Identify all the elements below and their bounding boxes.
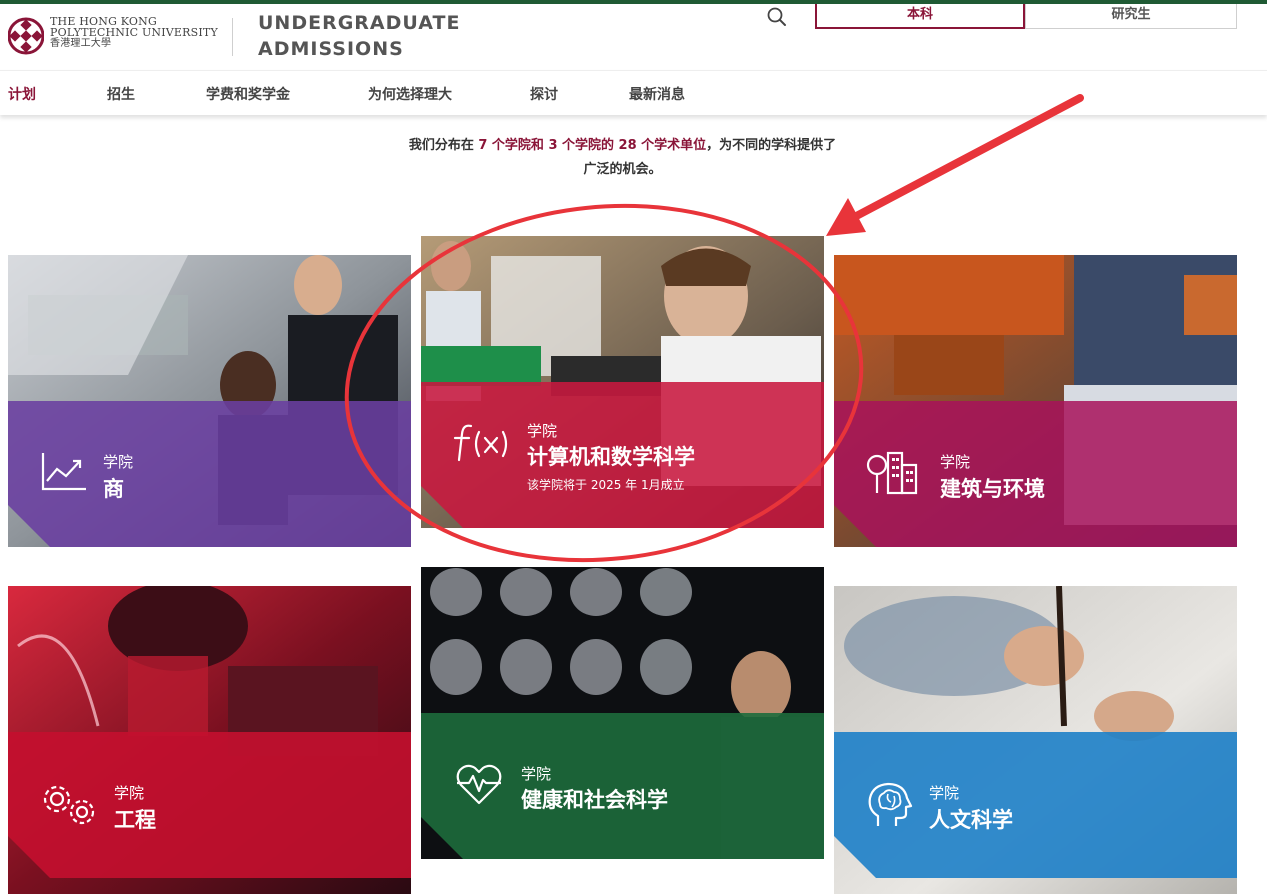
faculty-prefix-humanities: 学院 [929, 784, 960, 802]
main-nav: 计划 招生 学费和奖学金 为何选择理大 探讨 最新消息 [0, 70, 1267, 115]
undergraduate-toggle-button[interactable]: 本科 [815, 4, 1025, 29]
nav-item-why-polyu[interactable]: 为何选择理大 [368, 84, 452, 104]
faculty-prefix-business: 学院 [103, 453, 134, 471]
faculty-prefix-computing-math: 学院 [527, 422, 558, 440]
polyu-logo[interactable] [8, 16, 44, 56]
intro-part-2: ，为不同的学科提供了 [706, 138, 837, 153]
function-icon [453, 424, 508, 462]
intro-part-1: 我们分布在 [408, 138, 479, 153]
faculty-name-engineering: 工程 [114, 808, 156, 832]
buildings-icon [866, 451, 918, 495]
faculty-name-humanities: 人文科学 [929, 808, 1013, 832]
header-divider [232, 18, 233, 56]
nav-item-fees-scholarships[interactable]: 学费和奖学金 [206, 84, 290, 104]
nav-item-programmes[interactable]: 计划 [8, 84, 36, 104]
faculty-prefix-engineering: 学院 [114, 784, 145, 802]
site-title-line-2: ADMISSIONS [258, 38, 404, 60]
intro-line-2: 广泛的机会。 [583, 162, 662, 177]
nav-item-explore[interactable]: 探讨 [530, 84, 558, 104]
nav-item-admissions[interactable]: 招生 [107, 84, 135, 104]
faculty-name-health-social-sciences: 健康和社会科学 [521, 788, 668, 812]
university-name-en-2: Polytechnic University [50, 26, 218, 39]
faculty-name-construction-environment: 建筑与环境 [940, 477, 1045, 501]
faculty-prefix-construction-environment: 学院 [940, 453, 971, 471]
university-name[interactable]: The Hong Kong Polytechnic University 香港理… [50, 16, 218, 49]
intro-text: 我们分布在 7 个学院和 3 个学院的 28 个学术单位，为不同的学科提供了 广… [360, 134, 885, 182]
faculty-prefix-health-social-sciences: 学院 [521, 765, 552, 783]
faculty-card-health-social-sciences[interactable]: 学院 健康和社会科学 [421, 567, 824, 859]
gears-icon [43, 785, 95, 825]
search-icon[interactable] [766, 6, 788, 28]
university-name-zh: 香港理工大學 [50, 38, 112, 49]
heart-pulse-icon [456, 764, 502, 805]
chart-icon [41, 453, 86, 491]
site-title[interactable]: UNDERGRADUATE ADMISSIONS [258, 10, 460, 62]
faculty-name-business: 商 [103, 477, 124, 501]
faculty-note-computing-math: 该学院将于 2025 年 1月成立 [527, 478, 685, 492]
nav-item-news[interactable]: 最新消息 [629, 84, 685, 104]
faculty-name-computing-math: 计算机和数学科学 [527, 445, 695, 469]
annotation-arrow-head [826, 198, 866, 236]
faculty-card-humanities[interactable]: 学院 人文科学 [834, 586, 1237, 894]
intro-highlight[interactable]: 7 个学院和 3 个学院的 28 个学术单位 [478, 138, 706, 153]
faculty-card-business[interactable]: 学院 商 [8, 255, 411, 547]
site-title-line-1: UNDERGRADUATE [258, 12, 461, 34]
postgraduate-toggle-button[interactable]: 研究生 [1025, 4, 1237, 29]
faculty-card-construction-environment[interactable]: 学院 建筑与环境 [834, 255, 1237, 547]
site-header: The Hong Kong Polytechnic University 香港理… [0, 4, 1267, 70]
faculty-card-engineering[interactable]: 学院 工程 [8, 586, 411, 894]
faculty-card-computing-math[interactable]: 学院 计算机和数学科学 该学院将于 2025 年 1月成立 [421, 236, 824, 528]
head-brain-icon [868, 782, 913, 826]
